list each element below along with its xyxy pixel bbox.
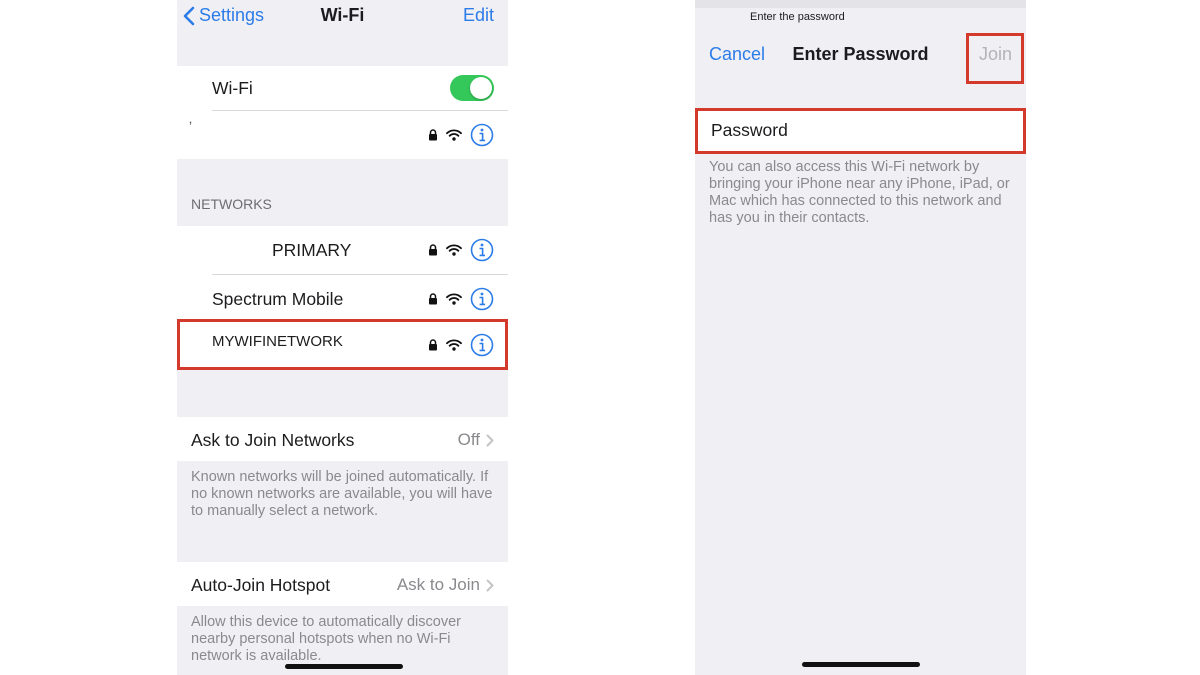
network-status-icons [428,238,494,262]
connected-network-row[interactable]: ʼ [177,111,508,159]
wifi-settings-screen: Settings Wi-Fi Edit Wi-Fi ʼ NETWORKS PRI… [177,0,508,675]
nav-bar: Settings Wi-Fi Edit [177,0,508,44]
connected-network-name: ʼ [189,119,193,135]
networks-header: NETWORKS [191,196,272,212]
enter-password-screen: Enter the password Cancel Enter Password… [695,0,1026,675]
network-highlight-box [177,319,508,370]
lock-icon [428,129,438,141]
network-status-icons [428,123,494,147]
lock-icon [428,293,438,305]
lock-icon [428,244,438,256]
chevron-right-icon [486,579,494,591]
edit-button[interactable]: Edit [463,5,494,26]
ask-to-join-label: Ask to Join Networks [191,430,355,450]
ask-to-join-value-group: Off [458,430,494,450]
wifi-label: Wi-Fi [212,78,253,98]
wifi-signal-icon [446,244,462,256]
auto-join-hotspot-value-group: Ask to Join [397,575,494,595]
info-icon[interactable] [470,287,494,311]
auto-join-hotspot-label: Auto-Join Hotspot [191,575,331,595]
network-name: Spectrum Mobile [212,289,344,309]
toggle-knob [470,77,492,99]
home-indicator [802,662,920,667]
password-highlight-box [695,108,1026,154]
wifi-signal-icon [446,293,462,305]
network-name: PRIMARY [272,240,352,260]
sheet-title: Enter the password [750,11,845,23]
wifi-group: Wi-Fi ʼ [177,66,508,159]
page-title: Wi-Fi [320,5,365,25]
wifi-toggle-row: Wi-Fi [177,66,508,110]
auto-join-hotspot-row[interactable]: Auto-Join Hotspot Ask to Join [177,562,508,606]
network-row-spectrum[interactable]: Spectrum Mobile [177,275,508,323]
home-indicator [285,664,403,669]
auto-join-hotspot-value: Ask to Join [396,575,480,594]
sheet-edge [695,0,1026,8]
network-status-icons [428,287,494,311]
info-icon[interactable] [470,123,494,147]
wifi-toggle[interactable] [450,75,494,101]
info-icon[interactable] [470,238,494,262]
ask-to-join-row[interactable]: Ask to Join Networks Off [177,417,508,461]
password-caption: You can also access this Wi-Fi network b… [709,159,1010,226]
auto-join-hotspot-caption: Allow this device to automatically disco… [191,614,461,664]
network-row-primary[interactable]: PRIMARY [177,226,508,274]
ask-to-join-caption: Known networks will be joined automatica… [191,469,493,519]
chevron-right-icon [486,434,494,446]
wifi-signal-icon [446,129,462,141]
ask-to-join-value: Off [457,430,480,449]
join-highlight-box [966,33,1024,84]
